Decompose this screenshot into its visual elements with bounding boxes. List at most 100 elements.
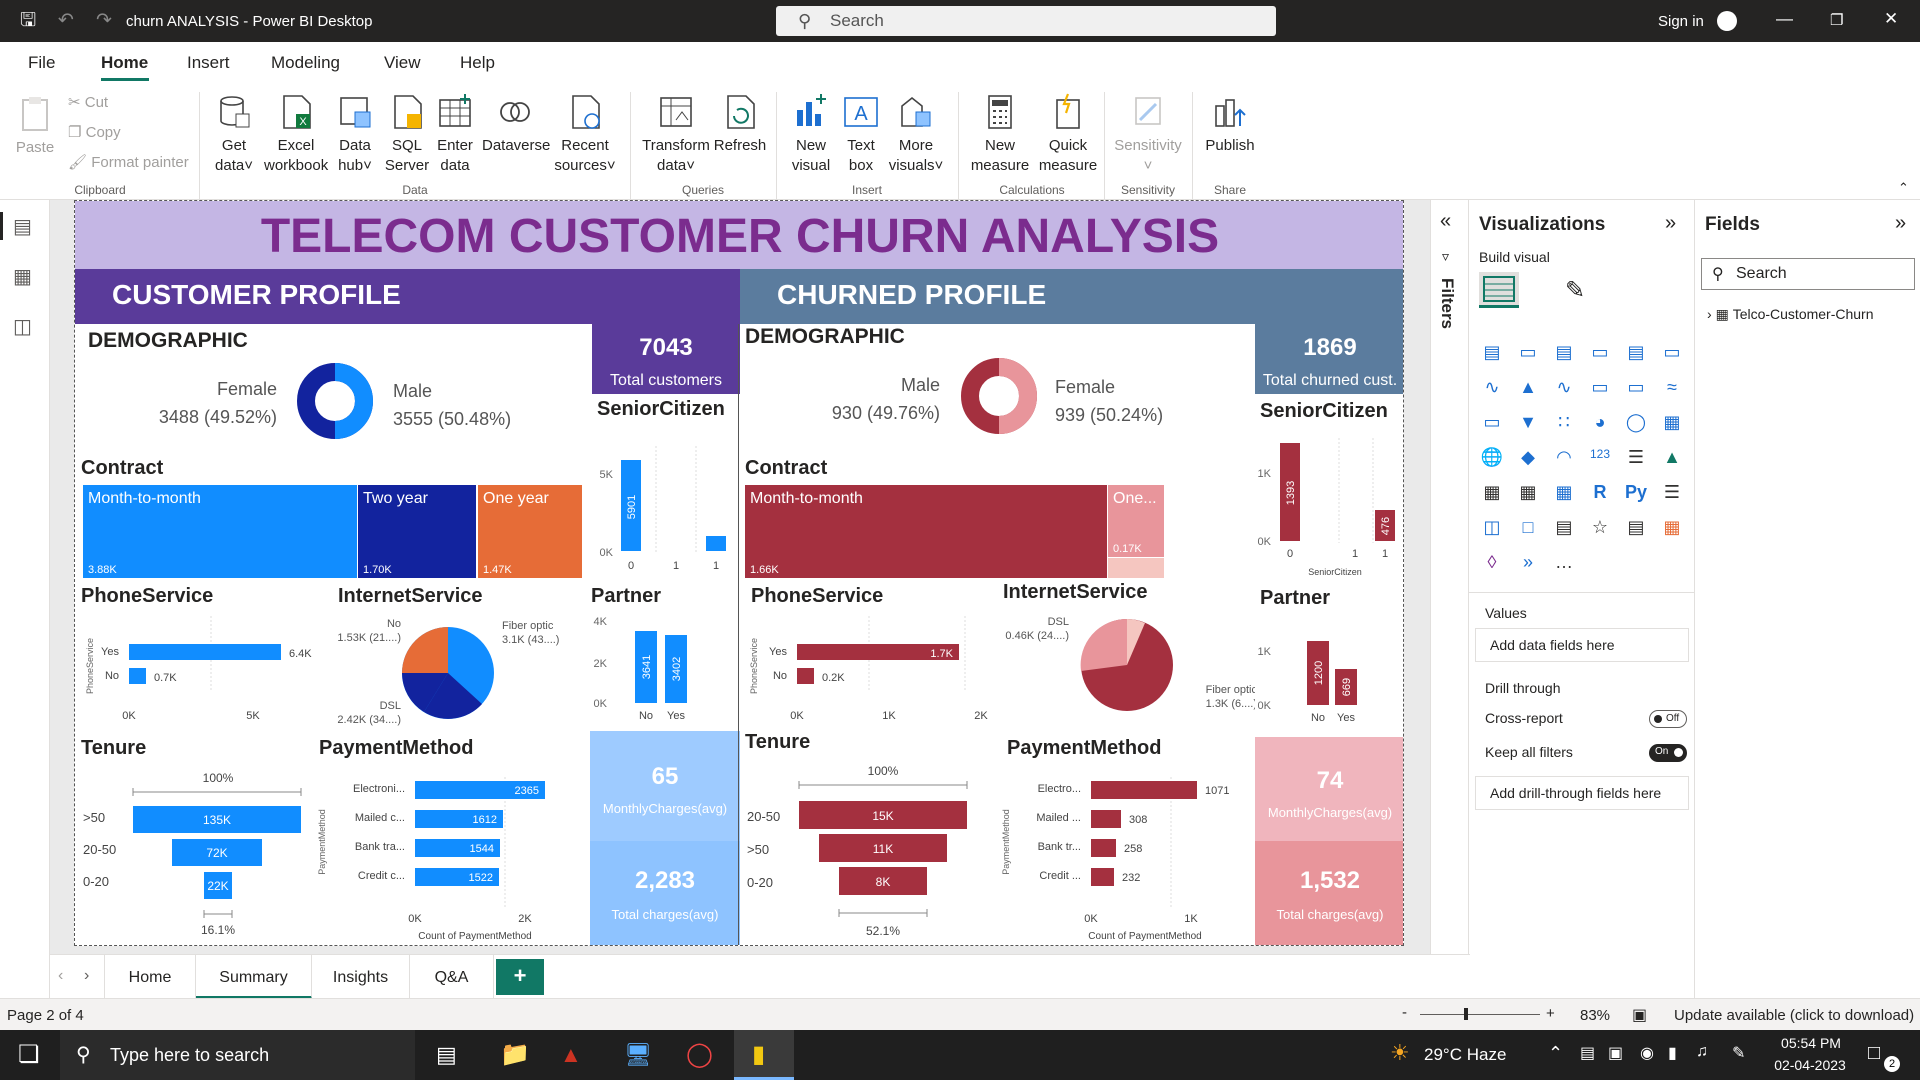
donut-chart-icon[interactable]: ◯ bbox=[1623, 412, 1649, 436]
report-view-icon[interactable]: ▤ bbox=[13, 214, 32, 239]
windows-start-icon[interactable]: ❏ bbox=[18, 1040, 40, 1069]
sensitivity-button[interactable]: Sensitivity ˅ bbox=[1110, 92, 1186, 176]
menu-file[interactable]: File bbox=[28, 53, 55, 73]
collapse-ribbon-icon[interactable]: ⌃ bbox=[1898, 180, 1909, 196]
tab-home[interactable]: Home bbox=[104, 955, 196, 999]
multi-row-card-icon[interactable]: ☰ bbox=[1623, 447, 1649, 471]
avatar[interactable] bbox=[1717, 11, 1737, 31]
stacked-area-icon[interactable]: ∿ bbox=[1551, 377, 1577, 401]
refresh-button[interactable]: Refresh bbox=[712, 92, 768, 156]
sql-server-button[interactable]: SQL Server bbox=[384, 92, 430, 176]
card-icon[interactable]: 123 bbox=[1587, 447, 1613, 471]
ribbon-chart-icon[interactable]: ≈ bbox=[1659, 377, 1685, 401]
pen-icon[interactable]: ✎ bbox=[1732, 1043, 1745, 1063]
more-visuals-button[interactable]: More visuals˅ bbox=[886, 92, 946, 176]
tab-insights[interactable]: Insights bbox=[312, 955, 410, 999]
stacked-column-icon[interactable]: ▭ bbox=[1515, 342, 1541, 366]
more-visuals-icon[interactable]: … bbox=[1551, 552, 1577, 576]
line-chart-icon[interactable]: ∿ bbox=[1479, 377, 1505, 401]
collapse-fields-icon[interactable]: » bbox=[1895, 212, 1906, 235]
smart-narrative-icon[interactable]: ▤ bbox=[1551, 517, 1577, 541]
expand-filters-icon[interactable]: « bbox=[1440, 210, 1451, 233]
text-box-button[interactable]: A Text box bbox=[838, 92, 884, 176]
goals-icon[interactable]: ☆ bbox=[1587, 517, 1613, 541]
clustered-column-icon[interactable]: ▭ bbox=[1587, 342, 1613, 366]
quick-measure-button[interactable]: Quick measure bbox=[1034, 92, 1102, 176]
clock-date[interactable]: 02-04-2023 bbox=[1770, 1057, 1850, 1073]
dataverse-button[interactable]: Dataverse bbox=[482, 92, 550, 156]
build-visual-tab[interactable] bbox=[1479, 272, 1519, 308]
gauge-icon[interactable]: ◠ bbox=[1551, 447, 1577, 471]
menu-home[interactable]: Home bbox=[101, 53, 148, 73]
power-automate-flow-icon[interactable]: » bbox=[1515, 552, 1541, 576]
r-visual-icon[interactable]: R bbox=[1587, 482, 1613, 506]
clock-time[interactable]: 05:54 PM bbox=[1776, 1035, 1846, 1051]
minimize-button[interactable]: — bbox=[1776, 9, 1793, 29]
collapse-visualizations-icon[interactable]: » bbox=[1665, 212, 1676, 235]
funnel-icon[interactable]: ▼ bbox=[1515, 412, 1541, 436]
paginated-report-icon[interactable]: ▤ bbox=[1623, 517, 1649, 541]
new-measure-button[interactable]: New measure bbox=[966, 92, 1034, 176]
tray-icon[interactable]: ▣ bbox=[1608, 1043, 1623, 1063]
stacked-bar-100-icon[interactable]: ▤ bbox=[1623, 342, 1649, 366]
fields-search-input[interactable]: ⚲ Search bbox=[1701, 258, 1915, 290]
data-view-icon[interactable]: ▦ bbox=[13, 264, 32, 289]
wifi-icon[interactable]: ◉ bbox=[1640, 1043, 1654, 1063]
format-visual-icon[interactable]: ✎ bbox=[1565, 276, 1585, 305]
paste-button[interactable]: Paste bbox=[12, 94, 58, 158]
data-hub-button[interactable]: Data hub˅ bbox=[330, 92, 380, 176]
decomposition-tree-icon[interactable]: ◫ bbox=[1479, 517, 1505, 541]
add-data-well[interactable]: Add data fields here bbox=[1475, 628, 1689, 662]
get-data-button[interactable]: Get data˅ bbox=[206, 92, 262, 176]
tab-qna[interactable]: Q&A bbox=[410, 955, 494, 999]
update-available-link[interactable]: Update available (click to download) bbox=[1674, 1007, 1914, 1024]
filters-pane-collapsed[interactable]: « ▿ Filters bbox=[1430, 200, 1468, 954]
app-icon[interactable]: ▲ bbox=[560, 1042, 582, 1068]
line-clustered-column-icon[interactable]: ▭ bbox=[1623, 377, 1649, 401]
add-page-button[interactable]: + bbox=[496, 959, 544, 995]
stacked-column-100-icon[interactable]: ▭ bbox=[1659, 342, 1685, 366]
next-page-icon[interactable]: › bbox=[84, 967, 89, 985]
field-table-telco[interactable]: › ▦ Telco-Customer-Churn bbox=[1707, 306, 1874, 323]
power-apps-icon[interactable]: ▦ bbox=[1659, 517, 1685, 541]
save-icon[interactable]: 🖫 bbox=[20, 10, 36, 32]
menu-insert[interactable]: Insert bbox=[187, 53, 230, 73]
line-column-icon[interactable]: ▭ bbox=[1587, 377, 1613, 401]
cut-button[interactable]: ✂ Cut bbox=[68, 93, 108, 111]
treemap-icon[interactable]: ▦ bbox=[1659, 412, 1685, 436]
copy-button[interactable]: ❐ Copy bbox=[68, 123, 121, 141]
menu-help[interactable]: Help bbox=[460, 53, 495, 73]
task-view-icon[interactable]: ▤ bbox=[436, 1042, 457, 1068]
undo-icon[interactable]: ↶ bbox=[58, 10, 74, 32]
search-box[interactable]: ⚲ Search bbox=[776, 6, 1276, 36]
taskbar-search[interactable]: ⚲ Type here to search bbox=[60, 1030, 415, 1080]
computer-icon[interactable]: 🖥 bbox=[624, 1042, 652, 1068]
table-icon[interactable]: ▦ bbox=[1515, 482, 1541, 506]
menu-view[interactable]: View bbox=[384, 53, 421, 73]
python-visual-icon[interactable]: Py bbox=[1623, 482, 1649, 506]
close-button[interactable]: ✕ bbox=[1884, 9, 1898, 29]
key-influencers-icon[interactable]: ☰ bbox=[1659, 482, 1685, 506]
cross-report-toggle[interactable]: Off bbox=[1649, 710, 1687, 728]
qna-icon[interactable]: □ bbox=[1515, 517, 1541, 541]
zoom-out-button[interactable]: - bbox=[1402, 1004, 1407, 1021]
prev-page-icon[interactable]: ‹ bbox=[58, 967, 63, 985]
weather-icon[interactable]: ☀ bbox=[1390, 1040, 1410, 1066]
maximize-button[interactable]: ❐ bbox=[1830, 11, 1843, 29]
zoom-slider-thumb[interactable] bbox=[1464, 1008, 1468, 1020]
tray-icon[interactable]: ▤ bbox=[1580, 1043, 1595, 1063]
notifications-icon[interactable]: □ bbox=[1868, 1042, 1880, 1065]
add-drill-through-well[interactable]: Add drill-through fields here bbox=[1475, 776, 1689, 810]
waterfall-icon[interactable]: ▭ bbox=[1479, 412, 1505, 436]
fit-to-page-icon[interactable]: ▣ bbox=[1632, 1005, 1647, 1025]
kpi-icon[interactable]: ▲ bbox=[1659, 447, 1685, 471]
battery-icon[interactable]: ▮ bbox=[1668, 1043, 1677, 1063]
transform-data-button[interactable]: Transform data˅ bbox=[640, 92, 712, 176]
sign-in-link[interactable]: Sign in bbox=[1658, 13, 1704, 30]
filled-map-icon[interactable]: ◆ bbox=[1515, 447, 1541, 471]
publish-button[interactable]: Publish bbox=[1200, 92, 1260, 156]
chrome-icon[interactable]: ◯ bbox=[686, 1040, 713, 1069]
redo-icon[interactable]: ↷ bbox=[96, 10, 112, 32]
tray-chevron-icon[interactable]: ⌃ bbox=[1548, 1043, 1563, 1064]
power-bi-taskbar-button[interactable]: ▮ bbox=[734, 1030, 794, 1080]
